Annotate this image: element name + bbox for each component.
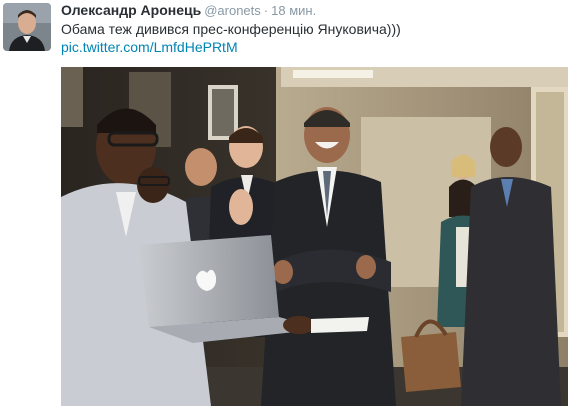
tweet-timestamp[interactable]: 18 мин. [271,3,316,18]
photo-scene [61,67,568,406]
header-separator: · [263,3,269,18]
author-username[interactable]: @aronets [204,3,261,18]
photo-link[interactable]: pic.twitter.com/LmfdHePRtM [61,38,238,56]
tweet: Олександр Аронець @aronets · 18 мин. Обама … [0,0,578,414]
attached-photo[interactable] [61,67,568,406]
avatar-photo [3,3,51,51]
tweet-text: Обама теж дивився прес-конференцію Януко… [61,21,401,37]
avatar[interactable] [3,3,51,51]
tweet-header: Олександр Аронець @aronets · 18 мин. [61,1,316,19]
author-name[interactable]: Олександр Аронець [61,2,201,18]
